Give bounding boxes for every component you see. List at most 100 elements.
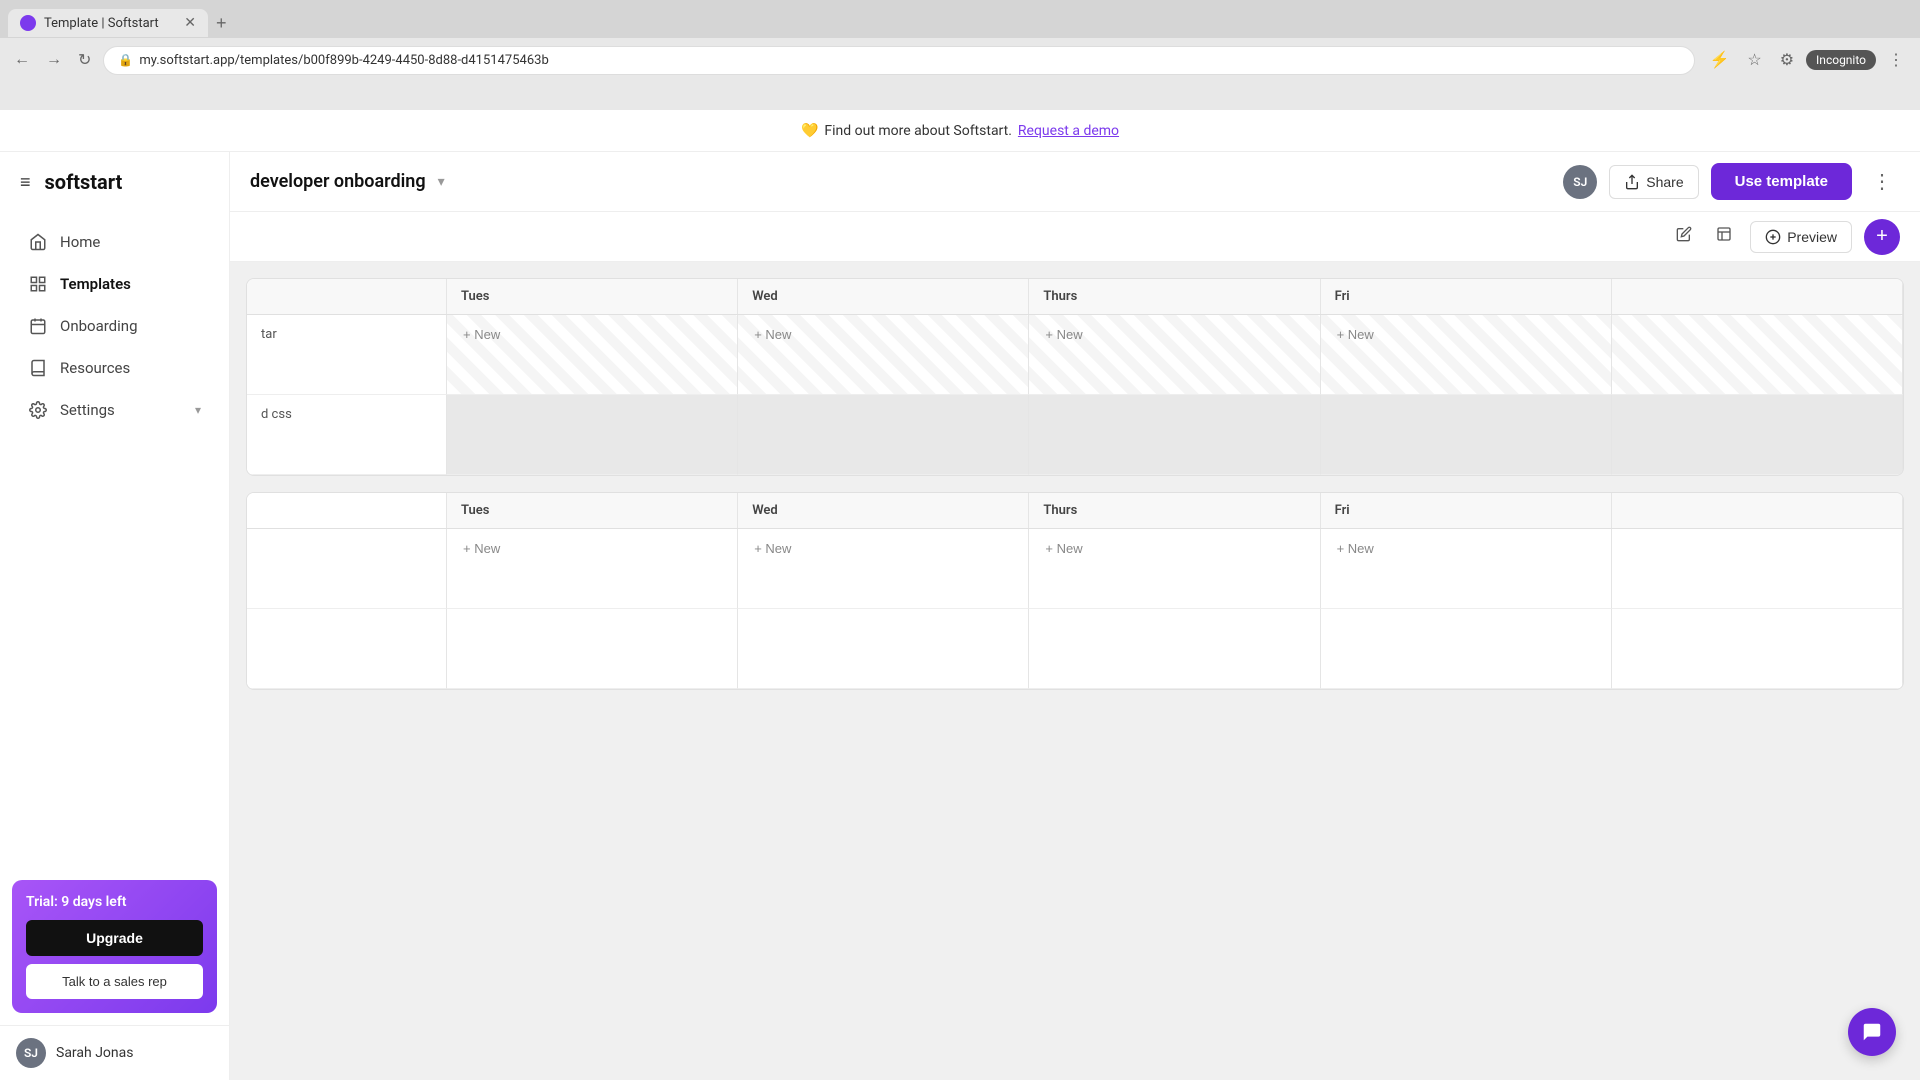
trial-box: Trial: 9 days left Upgrade Talk to a sal…: [12, 880, 217, 1013]
layout-icon: [1716, 226, 1732, 242]
notification-text: Find out more about Softstart.: [824, 123, 1012, 139]
home-icon: [28, 232, 48, 252]
cal-cell-2-1: [447, 395, 738, 475]
calendar-section2-body: + New + New + New + New: [247, 529, 1903, 689]
layout-button[interactable]: [1710, 220, 1738, 253]
url-lock-icon: 🔒: [118, 53, 133, 67]
incognito-badge: Incognito: [1806, 50, 1876, 70]
user-avatar: SJ: [16, 1038, 46, 1068]
cal-cell-1-4: + New: [1321, 315, 1612, 395]
cal-new-btn2-1-4[interactable]: + New: [1333, 539, 1378, 558]
calendar-section2-header: First day Tues Wed Thurs Fri: [247, 493, 1903, 529]
chat-button[interactable]: [1848, 1008, 1896, 1056]
sidebar-item-label-settings: Settings: [60, 401, 115, 419]
cal-new-btn2-1-3[interactable]: + New: [1041, 539, 1086, 558]
cal-cell-1-3: + New: [1029, 315, 1320, 395]
menu-toggle-button[interactable]: ≡: [16, 168, 35, 197]
sub-toolbar: Preview +: [230, 212, 1920, 262]
back-button[interactable]: ←: [10, 47, 34, 73]
calendar-section1-header: Tues Wed Thurs Fri: [247, 279, 1903, 315]
cal-cell-1-5: [1612, 315, 1903, 395]
more-options-button[interactable]: ⋮: [1864, 165, 1900, 198]
use-template-button[interactable]: Use template: [1711, 163, 1852, 200]
app-layout: ≡ softstart Home: [0, 152, 1920, 1080]
cal-cell-1-1: + New: [447, 315, 738, 395]
settings-icon: [28, 400, 48, 420]
sidebar-item-onboarding[interactable]: Onboarding: [8, 306, 221, 346]
cal-cell2-2-5: [1612, 609, 1903, 689]
sidebar-item-templates[interactable]: Templates: [8, 264, 221, 304]
share-button[interactable]: Share: [1609, 165, 1698, 199]
sales-rep-button[interactable]: Talk to a sales rep: [26, 964, 203, 999]
cal-row2-label-2: [247, 609, 447, 689]
title-chevron-icon[interactable]: ▾: [438, 174, 445, 190]
resources-icon: [28, 358, 48, 378]
sidebar-item-home[interactable]: Home: [8, 222, 221, 262]
cal-cell2-2-4: [1321, 609, 1612, 689]
preview-icon: [1765, 229, 1781, 245]
cal-new-btn-1-2[interactable]: + New: [750, 325, 795, 344]
cal-cell2-1-5: [1612, 529, 1903, 609]
cal-header-wed: Wed: [738, 279, 1029, 314]
cal-new-btn-1-4[interactable]: + New: [1333, 325, 1378, 344]
cal-header2-tues: Tues: [447, 493, 738, 528]
cal-row-label-1: tar: [247, 315, 447, 395]
tab-favicon: [20, 15, 36, 31]
new-tab-button[interactable]: +: [208, 13, 235, 34]
edit-button[interactable]: [1670, 220, 1698, 253]
cal-new-btn2-1-1[interactable]: + New: [459, 539, 504, 558]
nav-extensions-btn[interactable]: ⚡: [1703, 46, 1735, 74]
preview-button[interactable]: Preview: [1750, 221, 1852, 253]
cal-new-btn-1-3[interactable]: + New: [1041, 325, 1086, 344]
notification-bar: 💛 Find out more about Softstart. Request…: [0, 110, 1920, 152]
cal-header2-extra: [1612, 493, 1903, 528]
notification-emoji: 💛: [801, 123, 818, 139]
forward-button[interactable]: →: [42, 47, 66, 73]
cal-cell-2-5: [1612, 395, 1903, 475]
request-demo-link[interactable]: Request a demo: [1018, 123, 1119, 139]
nav-star-btn[interactable]: ☆: [1741, 46, 1767, 74]
cal-cell2-2-3: [1029, 609, 1320, 689]
page-title: developer onboarding: [250, 171, 426, 192]
cal-new-btn2-1-2[interactable]: + New: [750, 539, 795, 558]
nav-settings-btn[interactable]: ⚙: [1774, 46, 1800, 74]
onboarding-icon: [28, 316, 48, 336]
nav-more-btn[interactable]: ⋮: [1882, 46, 1910, 74]
sidebar-header: ≡ softstart: [0, 152, 229, 212]
cal-header-fri: Fri: [1321, 279, 1612, 314]
url-bar[interactable]: 🔒 my.softstart.app/templates/b00f899b-42…: [103, 46, 1695, 75]
sidebar-nav: Home Templates: [0, 212, 229, 868]
cal-cell-2-3: [1029, 395, 1320, 475]
user-row[interactable]: SJ Sarah Jonas: [0, 1025, 229, 1080]
logo: softstart: [45, 170, 123, 194]
browser-tab[interactable]: Template | Softstart ✕: [8, 9, 208, 37]
user-avatar-toolbar: SJ: [1563, 165, 1597, 199]
cal-header-tues: Tues: [447, 279, 738, 314]
cal-cell2-2-2: [738, 609, 1029, 689]
cal-new-btn-1-1[interactable]: + New: [459, 325, 504, 344]
settings-chevron-icon: ▾: [195, 403, 201, 417]
cal-cell-2-4: [1321, 395, 1612, 475]
sidebar-item-label-home: Home: [60, 233, 100, 251]
cal-cell2-1-4: + New: [1321, 529, 1612, 609]
cal-row-label-2: d css: [247, 395, 447, 475]
url-text: my.softstart.app/templates/b00f899b-4249…: [139, 53, 548, 68]
sidebar-item-label-resources: Resources: [60, 359, 130, 377]
sidebar-item-resources[interactable]: Resources: [8, 348, 221, 388]
calendar-section-1: Tues Wed Thurs Fri tar + New + New: [246, 278, 1904, 476]
top-toolbar: developer onboarding ▾ SJ Share Use temp…: [230, 152, 1920, 212]
tab-close-btn[interactable]: ✕: [184, 15, 196, 31]
cal-row2-label-1: [247, 529, 447, 609]
cal-header-firstday: First day: [247, 493, 447, 528]
cal-cell2-1-3: + New: [1029, 529, 1320, 609]
cal-header2-thurs: Thurs: [1029, 493, 1320, 528]
add-button[interactable]: +: [1864, 219, 1900, 255]
cal-cell2-1-2: + New: [738, 529, 1029, 609]
reload-button[interactable]: ↻: [74, 46, 95, 74]
main-content: developer onboarding ▾ SJ Share Use temp…: [230, 152, 1920, 1080]
trial-text: Trial: 9 days left: [26, 894, 203, 910]
share-icon: [1624, 174, 1640, 190]
cal-header-thurs: Thurs: [1029, 279, 1320, 314]
upgrade-button[interactable]: Upgrade: [26, 920, 203, 956]
sidebar-item-settings[interactable]: Settings ▾: [8, 390, 221, 430]
